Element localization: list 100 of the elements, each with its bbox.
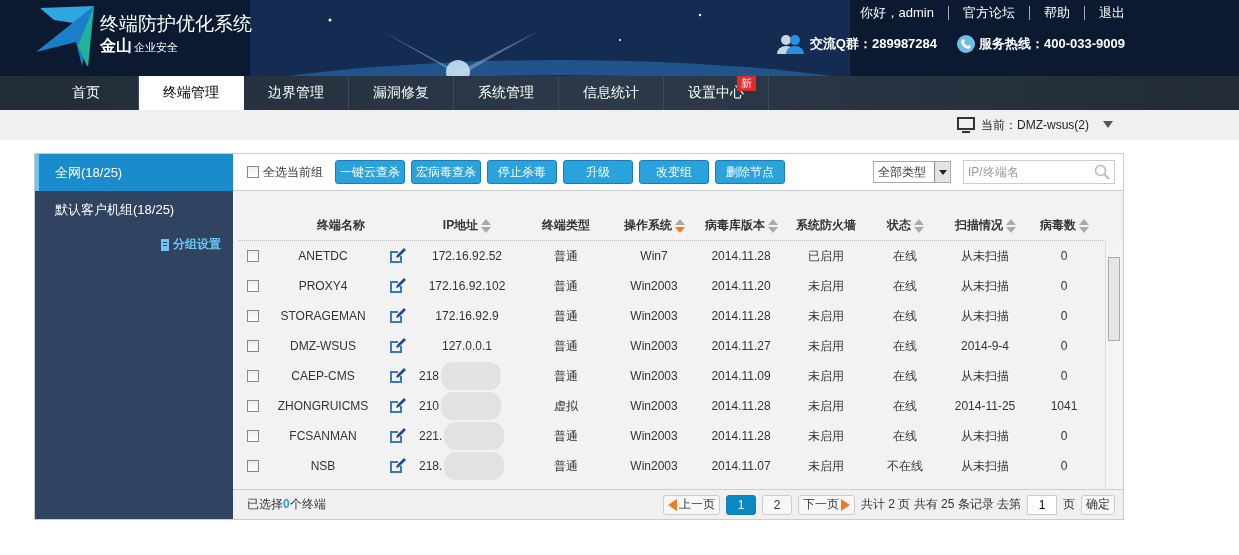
table-cell: 2014-11-25 — [954, 399, 1016, 413]
table-cell: ANETDC — [298, 249, 348, 263]
checkbox[interactable] — [247, 430, 259, 442]
header-link[interactable]: 你好，admin — [845, 6, 948, 20]
checkbox[interactable] — [247, 340, 259, 352]
header-link[interactable]: 官方论坛 — [948, 6, 1029, 20]
table-cell: 172.16.92.52 — [431, 249, 503, 263]
table-cell: Win7 — [640, 249, 668, 263]
table-cell: 2014.11.28 — [711, 309, 771, 323]
phone-icon — [957, 35, 976, 53]
brand-subtitle: 企业安全 — [134, 40, 178, 55]
checkbox[interactable] — [247, 310, 259, 322]
search-field[interactable]: IP/终端名 — [963, 160, 1115, 184]
edit-icon[interactable] — [388, 457, 406, 475]
edit-icon[interactable] — [388, 397, 406, 415]
header-link[interactable]: 退出 — [1084, 6, 1125, 20]
select-all-label: 全选当前组 — [263, 163, 323, 181]
dropdown-icon[interactable] — [1103, 121, 1113, 129]
page-button[interactable]: 2 — [761, 494, 792, 515]
caret-icon — [938, 169, 947, 175]
table-cell: 2014.11.09 — [711, 369, 771, 383]
table-cell: 普通 — [554, 307, 578, 325]
contact-text: 服务热线：400-033-9009 — [979, 35, 1125, 53]
column-header[interactable]: 操作系统 — [623, 217, 672, 234]
table-cell: 在线 — [893, 367, 917, 385]
column-header[interactable]: 扫描情况 — [954, 217, 1003, 234]
edit-icon[interactable] — [388, 307, 406, 325]
table-cell: 0 — [1060, 339, 1068, 353]
column-header[interactable]: IP地址 — [442, 217, 479, 234]
right-arrow-icon — [840, 498, 850, 511]
sort-icon[interactable] — [674, 218, 685, 233]
group-settings-link[interactable]: 分组设置 — [161, 236, 221, 253]
page-button[interactable]: 1 — [725, 494, 756, 515]
brand-name: 金山 — [100, 36, 132, 56]
type-filter-dropdown[interactable]: 全部类型 — [873, 161, 951, 183]
table-cell: 0 — [1060, 279, 1068, 293]
table-cell: 从未扫描 — [961, 277, 1009, 295]
page-input[interactable]: 1 — [1027, 494, 1057, 515]
table-cell: 0 — [1060, 369, 1068, 383]
table-cell: 在线 — [893, 397, 917, 415]
table-cell: 218. — [419, 459, 443, 473]
edit-icon[interactable] — [388, 277, 406, 295]
table-cell: 2014-9-4 — [960, 339, 1009, 353]
confirm-button[interactable]: 确定 — [1081, 494, 1115, 515]
next-page-button[interactable]: 下一页 — [797, 494, 855, 515]
monitor-icon — [957, 117, 975, 133]
table-cell: 普通 — [554, 367, 578, 385]
table-cell: 210 — [419, 399, 440, 413]
checkbox[interactable] — [247, 166, 259, 178]
table-cell: STORAGEMAN — [280, 309, 366, 323]
header-link[interactable]: 帮助 — [1029, 6, 1084, 20]
table-cell: 未启用 — [808, 397, 844, 415]
table-cell: CAEP-CMS — [291, 369, 355, 383]
table-cell: 2014.11.27 — [711, 339, 771, 353]
table-cell: 2014.11.28 — [711, 399, 771, 413]
table-cell: 从未扫描 — [961, 457, 1009, 475]
sort-icon[interactable] — [767, 218, 778, 233]
checkbox[interactable] — [247, 250, 259, 262]
table-cell: 2014.11.20 — [711, 279, 771, 293]
table-cell: 未启用 — [808, 307, 844, 325]
checkbox[interactable] — [247, 400, 259, 412]
table-cell: 普通 — [554, 457, 578, 475]
checkbox[interactable] — [247, 460, 259, 472]
column-header: 终端名称 — [317, 217, 365, 234]
table-cell: DMZ-WSUS — [290, 339, 356, 353]
search-icon[interactable] — [1094, 164, 1110, 180]
table-cell: 在线 — [893, 307, 917, 325]
scrollbar[interactable] — [1105, 241, 1121, 489]
column-header[interactable]: 病毒数 — [1039, 217, 1076, 234]
users-icon — [775, 34, 806, 54]
table-cell: 普通 — [554, 277, 578, 295]
edit-icon[interactable] — [388, 427, 406, 445]
table-cell: 221. — [419, 429, 443, 443]
table-cell: 在线 — [893, 337, 917, 355]
column-header[interactable]: 病毒库版本 — [704, 217, 765, 234]
table-cell: 在线 — [893, 427, 917, 445]
edit-icon[interactable] — [388, 247, 406, 265]
edit-icon[interactable] — [388, 367, 406, 385]
group-item[interactable]: 全网(18/25) — [35, 154, 233, 191]
sort-icon[interactable] — [481, 218, 492, 233]
table-cell: 已启用 — [808, 247, 844, 265]
edit-icon[interactable] — [388, 337, 406, 355]
table-cell: FCSANMAN — [289, 429, 357, 443]
sort-icon[interactable] — [913, 218, 924, 233]
table-cell: 普通 — [554, 427, 578, 445]
column-header[interactable]: 状态 — [886, 217, 911, 234]
sort-icon[interactable] — [1005, 218, 1016, 233]
scroll-thumb[interactable] — [1107, 257, 1120, 341]
list-icon — [161, 238, 169, 251]
checkbox[interactable] — [247, 280, 259, 292]
table-cell: 2014.11.28 — [711, 249, 771, 263]
checkbox[interactable] — [247, 370, 259, 382]
prev-page-button[interactable]: 上一页 — [662, 494, 720, 515]
contact-text: 交流Q群：289987284 — [809, 35, 938, 53]
table-cell: 0 — [1060, 249, 1068, 263]
table-cell: 虚拟 — [554, 397, 578, 415]
table-cell: 127.0.0.1 — [441, 339, 492, 353]
group-item[interactable]: 默认客户机组(18/25) — [35, 191, 233, 228]
nav-tab[interactable]: 终端管理 — [139, 76, 244, 110]
sort-icon[interactable] — [1078, 218, 1089, 233]
